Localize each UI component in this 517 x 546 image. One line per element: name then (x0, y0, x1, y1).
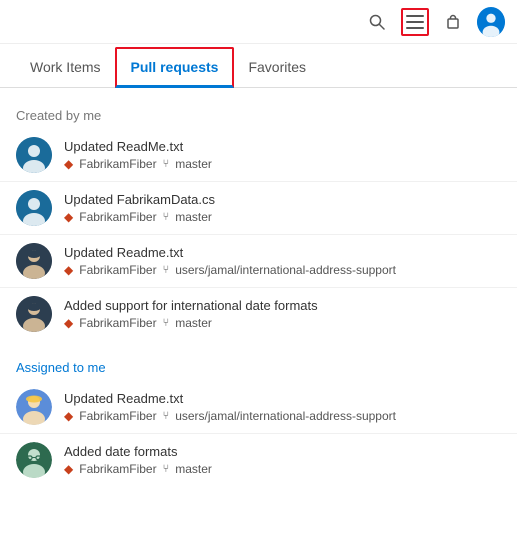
pr-title: Added date formats (64, 444, 501, 459)
created-by-me-list: Updated ReadMe.txt ◆ FabrikamFiber ⑂ mas… (0, 129, 517, 340)
list-item[interactable]: Added support for international date for… (0, 288, 517, 340)
avatar (16, 243, 52, 279)
search-icon[interactable] (363, 8, 391, 36)
pr-title: Updated Readme.txt (64, 245, 501, 260)
branch-icon: ⑂ (163, 410, 170, 422)
avatar (16, 190, 52, 226)
repo-icon: ◆ (64, 409, 73, 423)
pr-meta: ◆ FabrikamFiber ⑂ master (64, 157, 501, 171)
pr-meta: ◆ FabrikamFiber ⑂ master (64, 210, 501, 224)
pr-branch: users/jamal/international-address-suppor… (175, 263, 396, 277)
branch-icon: ⑂ (163, 317, 170, 329)
pr-meta: ◆ FabrikamFiber ⑂ users/jamal/internatio… (64, 409, 501, 423)
avatar (16, 137, 52, 173)
pr-branch: master (175, 462, 212, 476)
tabs-bar: Work Items Pull requests Favorites (0, 44, 517, 88)
pr-meta: ◆ FabrikamFiber ⑂ master (64, 462, 501, 476)
pr-repo: FabrikamFiber (79, 409, 156, 423)
assigned-to-me-list: Updated Readme.txt ◆ FabrikamFiber ⑂ use… (0, 381, 517, 486)
pr-branch: master (175, 316, 212, 330)
repo-icon: ◆ (64, 210, 73, 224)
pr-info: Updated ReadMe.txt ◆ FabrikamFiber ⑂ mas… (64, 139, 501, 171)
branch-icon: ⑂ (163, 211, 170, 223)
avatar (16, 389, 52, 425)
pr-title: Updated Readme.txt (64, 391, 501, 406)
header-icons (363, 8, 505, 36)
list-item[interactable]: Updated Readme.txt ◆ FabrikamFiber ⑂ use… (0, 381, 517, 434)
main-content: Created by me Updated ReadMe.txt ◆ Fabri… (0, 88, 517, 498)
pr-repo: FabrikamFiber (79, 157, 156, 171)
tab-pull-requests[interactable]: Pull requests (115, 47, 235, 88)
branch-icon: ⑂ (163, 463, 170, 475)
pr-title: Added support for international date for… (64, 298, 501, 313)
avatar (16, 442, 52, 478)
tab-favorites[interactable]: Favorites (234, 49, 320, 88)
list-item[interactable]: Updated ReadMe.txt ◆ FabrikamFiber ⑂ mas… (0, 129, 517, 182)
header (0, 0, 517, 44)
repo-icon: ◆ (64, 462, 73, 476)
repo-icon: ◆ (64, 157, 73, 171)
pr-repo: FabrikamFiber (79, 210, 156, 224)
pr-repo: FabrikamFiber (79, 316, 156, 330)
created-by-me-label: Created by me (0, 100, 517, 129)
pr-branch: users/jamal/international-address-suppor… (175, 409, 396, 423)
avatar (16, 296, 52, 332)
list-item[interactable]: Added date formats ◆ FabrikamFiber ⑂ mas… (0, 434, 517, 486)
list-item[interactable]: Updated FabrikamData.cs ◆ FabrikamFiber … (0, 182, 517, 235)
pr-title: Updated ReadMe.txt (64, 139, 501, 154)
pr-title: Updated FabrikamData.cs (64, 192, 501, 207)
pr-meta: ◆ FabrikamFiber ⑂ users/jamal/internatio… (64, 263, 501, 277)
pr-info: Updated Readme.txt ◆ FabrikamFiber ⑂ use… (64, 391, 501, 423)
pr-branch: master (175, 157, 212, 171)
assigned-to-me-label: Assigned to me (0, 352, 517, 381)
user-avatar (477, 7, 505, 37)
pr-info: Added support for international date for… (64, 298, 501, 330)
branch-icon: ⑂ (163, 264, 170, 276)
user-avatar-icon[interactable] (477, 8, 505, 36)
pr-info: Updated FabrikamData.cs ◆ FabrikamFiber … (64, 192, 501, 224)
pr-repo: FabrikamFiber (79, 263, 156, 277)
list-item[interactable]: Updated Readme.txt ◆ FabrikamFiber ⑂ use… (0, 235, 517, 288)
bag-icon[interactable] (439, 8, 467, 36)
repo-icon: ◆ (64, 316, 73, 330)
pr-repo: FabrikamFiber (79, 462, 156, 476)
pr-branch: master (175, 210, 212, 224)
pr-info: Added date formats ◆ FabrikamFiber ⑂ mas… (64, 444, 501, 476)
branch-icon: ⑂ (163, 158, 170, 170)
list-view-icon[interactable] (401, 8, 429, 36)
pr-meta: ◆ FabrikamFiber ⑂ master (64, 316, 501, 330)
pr-info: Updated Readme.txt ◆ FabrikamFiber ⑂ use… (64, 245, 501, 277)
repo-icon: ◆ (64, 263, 73, 277)
tab-work-items[interactable]: Work Items (16, 49, 115, 88)
